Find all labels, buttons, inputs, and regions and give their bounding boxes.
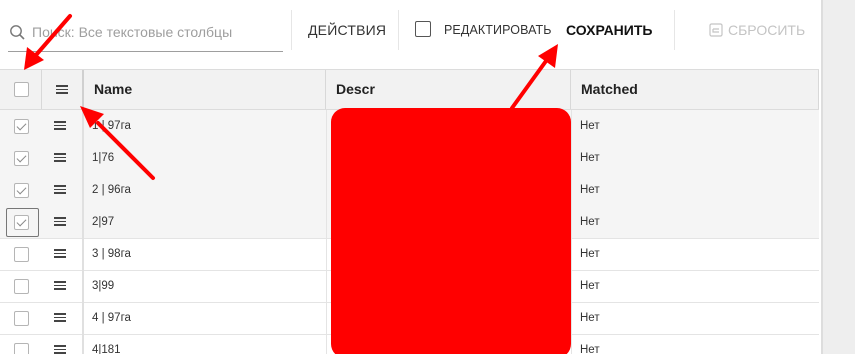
matched-text: Нет: [580, 280, 600, 292]
name-text: 4 | 97га: [92, 312, 131, 324]
row-menu-icon[interactable]: [54, 345, 66, 354]
row-menu-cell: [42, 334, 84, 354]
matched-cell[interactable]: Нет: [571, 206, 820, 238]
row-menu-icon[interactable]: [54, 121, 66, 130]
toolbar: ДЕЙСТВИЯ РЕДАКТИРОВАТЬ СОХРАНИТЬ СБРОСИТ…: [0, 0, 821, 69]
row-select-cell: [0, 270, 42, 302]
name-text: 2 | 96га: [92, 184, 131, 196]
reset-label: СБРОСИТЬ: [728, 22, 806, 38]
row-select-cell: [0, 238, 42, 270]
name-text: 1|76: [92, 152, 115, 164]
column-header-matched[interactable]: Matched: [571, 70, 819, 109]
matched-text: Нет: [580, 344, 600, 354]
row-checkbox[interactable]: [14, 279, 29, 294]
name-text: 3|99: [92, 280, 115, 292]
row-select-cell: [0, 110, 42, 142]
header-menu-cell: [42, 70, 84, 109]
name-cell[interactable]: 3|99: [84, 270, 326, 302]
header-select-cell: [0, 70, 42, 109]
reset-icon: [709, 23, 723, 37]
name-cell[interactable]: 1 | 97га: [84, 110, 326, 142]
panel-edge: [821, 0, 823, 354]
column-header-matched-label: Matched: [581, 81, 638, 97]
row-menu-cell: [42, 206, 84, 238]
save-button[interactable]: СОХРАНИТЬ: [566, 19, 652, 41]
row-checkbox[interactable]: [14, 247, 29, 262]
matched-cell[interactable]: Нет: [571, 334, 820, 354]
name-text: 2|97: [92, 216, 115, 228]
row-menu-icon[interactable]: [54, 153, 66, 162]
matched-cell[interactable]: Нет: [571, 238, 820, 270]
matched-text: Нет: [580, 152, 600, 164]
row-menu-cell: [42, 238, 84, 270]
row-menu-icon[interactable]: [54, 313, 66, 322]
name-cell[interactable]: 4 | 97га: [84, 302, 326, 334]
row-menu-cell: [42, 142, 84, 174]
row-checkbox[interactable]: [14, 183, 29, 198]
row-checkbox[interactable]: [14, 151, 29, 166]
matched-text: Нет: [580, 184, 600, 196]
edit-label: РЕДАКТИРОВАТЬ: [444, 23, 552, 37]
redaction-block: [331, 108, 571, 354]
matched-cell[interactable]: Нет: [571, 110, 820, 142]
column-header-descr-label: Descr: [336, 81, 375, 97]
column-menu-icon[interactable]: [56, 85, 68, 94]
name-cell[interactable]: 4|181: [84, 334, 326, 354]
row-checkbox[interactable]: [14, 343, 29, 354]
actions-button[interactable]: ДЕЙСТВИЯ: [308, 19, 386, 41]
row-menu-icon[interactable]: [54, 249, 66, 258]
column-header-name-label: Name: [94, 81, 133, 97]
matched-text: Нет: [580, 312, 600, 324]
row-select-cell: [0, 302, 42, 334]
edit-checkbox[interactable]: [415, 21, 431, 37]
matched-cell[interactable]: Нет: [571, 302, 820, 334]
grid-panel: ДЕЙСТВИЯ РЕДАКТИРОВАТЬ СОХРАНИТЬ СБРОСИТ…: [0, 0, 821, 354]
name-cell[interactable]: 1|76: [84, 142, 326, 174]
row-select-cell: [0, 334, 42, 354]
row-menu-cell: [42, 110, 84, 142]
row-select-cell: [0, 174, 42, 206]
grid-header: Name Descr Matched: [0, 69, 819, 110]
row-menu-icon[interactable]: [54, 185, 66, 194]
matched-text: Нет: [580, 120, 600, 132]
search-icon: [10, 25, 25, 40]
row-select-cell: [0, 206, 42, 238]
row-select-cell: [0, 142, 42, 174]
toolbar-divider: [398, 10, 399, 50]
row-checkbox[interactable]: [14, 215, 29, 230]
select-all-checkbox[interactable]: [14, 82, 29, 97]
search-box[interactable]: [8, 18, 283, 52]
name-text: 3 | 98га: [92, 248, 131, 260]
matched-cell[interactable]: Нет: [571, 142, 820, 174]
column-header-descr[interactable]: Descr: [326, 70, 571, 109]
matched-text: Нет: [580, 248, 600, 260]
toolbar-divider: [674, 10, 675, 50]
row-menu-icon[interactable]: [54, 281, 66, 290]
name-cell[interactable]: 2|97: [84, 206, 326, 238]
name-text: 1 | 97га: [92, 120, 131, 132]
row-checkbox[interactable]: [14, 119, 29, 134]
name-text: 4|181: [92, 344, 121, 354]
matched-text: Нет: [580, 216, 600, 228]
row-menu-cell: [42, 270, 84, 302]
name-cell[interactable]: 2 | 96га: [84, 174, 326, 206]
search-input[interactable]: [32, 21, 277, 43]
row-menu-icon[interactable]: [54, 217, 66, 226]
row-menu-cell: [42, 302, 84, 334]
row-checkbox[interactable]: [14, 311, 29, 326]
matched-cell[interactable]: Нет: [571, 174, 820, 206]
toolbar-divider: [291, 10, 292, 50]
name-cell[interactable]: 3 | 98га: [84, 238, 326, 270]
matched-cell[interactable]: Нет: [571, 270, 820, 302]
column-header-name[interactable]: Name: [84, 70, 326, 109]
row-menu-cell: [42, 174, 84, 206]
